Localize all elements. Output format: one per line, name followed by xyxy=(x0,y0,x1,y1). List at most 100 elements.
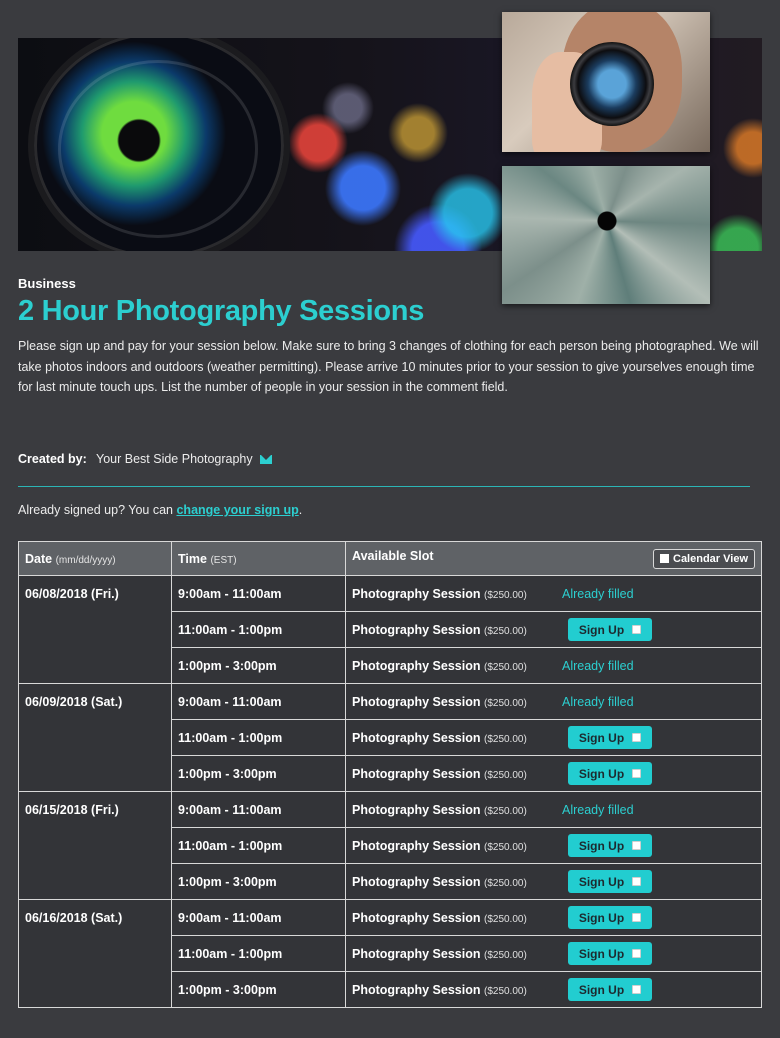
slot-name: Photography Session ($250.00) xyxy=(352,838,527,853)
timezone-hint: (EST) xyxy=(210,554,237,566)
already-filled-label: Already filled xyxy=(562,658,634,673)
slots-table: Date (mm/dd/yyyy) Time (EST) Available S… xyxy=(18,541,762,1008)
checkbox-icon[interactable] xyxy=(632,733,642,742)
time-cell: 11:00am - 1:00pm xyxy=(171,719,346,756)
already-filled-label: Already filled xyxy=(562,694,634,709)
created-by: Created by: Your Best Side Photography xyxy=(18,452,273,466)
slot-cell: Photography Session ($250.00) Sign Up xyxy=(345,899,762,936)
time-cell: 9:00am - 11:00am xyxy=(171,575,346,612)
category-label: Business xyxy=(18,276,76,291)
sign-up-button[interactable]: Sign Up xyxy=(568,726,652,749)
table-row: 06/16/2018 (Sat.) 9:00am - 11:00am Photogr… xyxy=(18,899,762,1008)
already-signed-up: Already signed up? You can change your s… xyxy=(18,503,302,517)
slot-name: Photography Session ($250.00) xyxy=(352,586,527,601)
already-filled-label: Already filled xyxy=(562,802,634,817)
checkbox-icon[interactable] xyxy=(632,949,642,958)
slot-price: ($250.00) xyxy=(483,697,527,709)
slot-price: ($250.00) xyxy=(483,985,527,997)
slot-price: ($250.00) xyxy=(483,877,527,889)
time-cell: 1:00pm - 3:00pm xyxy=(171,755,346,792)
page-title: 2 Hour Photography Sessions xyxy=(18,295,425,327)
slot-name: Photography Session ($250.00) xyxy=(352,730,527,745)
slot-cell: Photography Session ($250.00) Sign Up xyxy=(345,827,762,864)
slot-cell: Photography Session ($250.00) Sign Up xyxy=(345,611,762,648)
time-cell: 9:00am - 11:00am xyxy=(171,791,346,828)
already-prefix: Already signed up? You can xyxy=(18,503,173,517)
date-cell: 06/08/2018 (Fri.) xyxy=(18,575,172,684)
sign-up-button[interactable]: Sign Up xyxy=(568,834,652,857)
date-format-hint: (mm/dd/yyyy) xyxy=(55,554,116,566)
calendar-icon xyxy=(660,553,669,563)
slot-name: Photography Session ($250.00) xyxy=(352,766,527,781)
slot-price: ($250.00) xyxy=(483,769,527,781)
slot-cell: Photography Session ($250.00) Sign Up xyxy=(345,935,762,972)
slot-price: ($250.00) xyxy=(483,949,527,961)
slot-name: Photography Session ($250.00) xyxy=(352,658,527,673)
slot-cell: Photography Session ($250.00) Sign Up xyxy=(345,755,762,792)
slot-name: Photography Session ($250.00) xyxy=(352,982,527,997)
table-row: 06/08/2018 (Fri.) 9:00am - 11:00am Photogr… xyxy=(18,575,762,684)
slot-cell: Photography Session ($250.00) Sign Up xyxy=(345,971,762,1008)
slot-name: Photography Session ($250.00) xyxy=(352,802,527,817)
checkbox-icon[interactable] xyxy=(632,877,642,886)
page-description: Please sign up and pay for your session … xyxy=(18,339,759,394)
sign-up-button[interactable]: Sign Up xyxy=(568,870,652,893)
photo-aperture xyxy=(502,166,710,304)
slot-cell: Photography Session ($250.00) Sign Up xyxy=(345,719,762,756)
time-cell: 9:00am - 11:00am xyxy=(171,683,346,720)
already-filled-label: Already filled xyxy=(562,586,634,601)
time-cell: 1:00pm - 3:00pm xyxy=(171,971,346,1008)
change-signup-link[interactable]: change your sign up xyxy=(176,503,298,517)
sign-up-button[interactable]: Sign Up xyxy=(568,978,652,1001)
slot-name: Photography Session ($250.00) xyxy=(352,874,527,889)
time-cell: 9:00am - 11:00am xyxy=(171,899,346,936)
creator-name: Your Best Side Photography xyxy=(96,452,253,466)
table-header-row: Date (mm/dd/yyyy) Time (EST) Available S… xyxy=(18,541,762,576)
slot-price: ($250.00) xyxy=(483,841,527,853)
checkbox-icon[interactable] xyxy=(632,769,642,778)
time-cell: 11:00am - 1:00pm xyxy=(171,611,346,648)
checkbox-icon[interactable] xyxy=(632,913,642,922)
envelope-icon[interactable] xyxy=(260,455,273,464)
slot-price: ($250.00) xyxy=(483,589,527,601)
sign-up-button[interactable]: Sign Up xyxy=(568,618,652,641)
slot-cell: Photography Session ($250.00) Sign Up xyxy=(345,863,762,900)
slot-name: Photography Session ($250.00) xyxy=(352,622,527,637)
date-cell: 06/09/2018 (Sat.) xyxy=(18,683,172,792)
lens-ring xyxy=(58,60,258,238)
slot-cell: Photography Session ($250.00) Already fil… xyxy=(345,575,762,612)
slot-name: Photography Session ($250.00) xyxy=(352,910,527,925)
sign-up-button[interactable]: Sign Up xyxy=(568,942,652,965)
time-cell: 11:00am - 1:00pm xyxy=(171,935,346,972)
sign-up-button[interactable]: Sign Up xyxy=(568,906,652,929)
slot-cell: Photography Session ($250.00) Already fil… xyxy=(345,647,762,684)
date-column-header: Date (mm/dd/yyyy) xyxy=(18,541,172,576)
checkbox-icon[interactable] xyxy=(632,625,642,634)
time-cell: 1:00pm - 3:00pm xyxy=(171,863,346,900)
sign-up-button[interactable]: Sign Up xyxy=(568,762,652,785)
slot-name: Photography Session ($250.00) xyxy=(352,946,527,961)
table-row: 06/15/2018 (Fri.) 9:00am - 11:00am Photogr… xyxy=(18,791,762,900)
slot-price: ($250.00) xyxy=(483,805,527,817)
slot-price: ($250.00) xyxy=(483,733,527,745)
already-suffix: . xyxy=(298,503,303,517)
checkbox-icon[interactable] xyxy=(632,985,642,994)
photo-person-with-lens xyxy=(502,12,710,152)
slot-name: Photography Session ($250.00) xyxy=(352,694,527,709)
slot-price: ($250.00) xyxy=(483,661,527,673)
slot-cell: Photography Session ($250.00) Already fil… xyxy=(345,683,762,720)
slot-column-header: Available Slot Calendar View xyxy=(345,541,762,576)
checkbox-icon[interactable] xyxy=(632,841,642,850)
time-column-header: Time (EST) xyxy=(171,541,346,576)
calendar-view-button[interactable]: Calendar View xyxy=(653,548,755,569)
date-cell: 06/15/2018 (Fri.) xyxy=(18,791,172,900)
table-row: 06/09/2018 (Sat.) 9:00am - 11:00am Photogr… xyxy=(18,683,762,792)
slot-price: ($250.00) xyxy=(483,625,527,637)
divider xyxy=(18,486,750,487)
slot-price: ($250.00) xyxy=(483,913,527,925)
created-by-label: Created by: xyxy=(18,452,87,466)
date-cell: 06/16/2018 (Sat.) xyxy=(18,899,172,1008)
time-cell: 11:00am - 1:00pm xyxy=(171,827,346,864)
slot-cell: Photography Session ($250.00) Already fil… xyxy=(345,791,762,828)
time-cell: 1:00pm - 3:00pm xyxy=(171,647,346,684)
